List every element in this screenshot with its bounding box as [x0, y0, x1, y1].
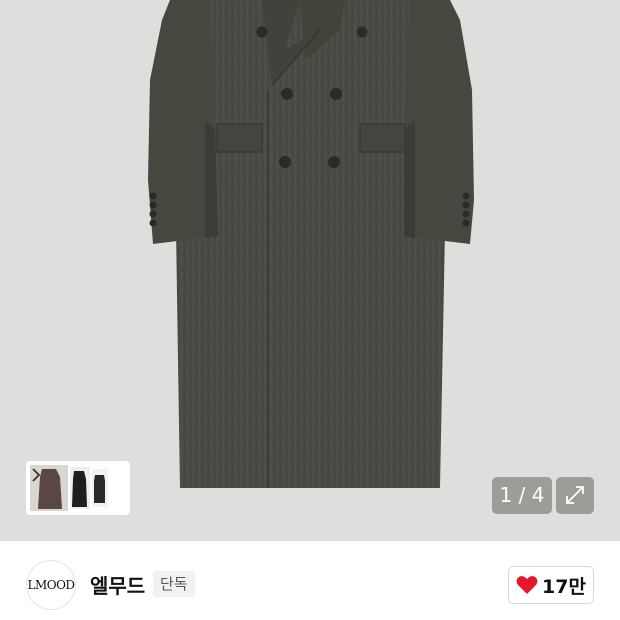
chevron-right-icon[interactable]	[30, 465, 42, 485]
exclusive-badge: 단독	[153, 571, 195, 597]
expand-button[interactable]	[556, 477, 594, 514]
brand-like-button[interactable]: 17만	[508, 566, 594, 604]
thumbnail-strip[interactable]	[26, 461, 130, 515]
product-image[interactable]	[0, 0, 620, 541]
brand-name[interactable]: 엘무드	[90, 570, 145, 599]
product-image-gallery[interactable]: 1 / 4	[0, 0, 620, 541]
like-count: 17만	[542, 575, 586, 598]
expand-arrows-icon	[566, 486, 584, 504]
heart-icon	[516, 576, 538, 594]
brand-bar: LMOOD 엘무드 단독 17만	[0, 541, 620, 620]
image-counter: 1 / 4	[492, 477, 552, 514]
brand-logo[interactable]: LMOOD	[26, 560, 76, 610]
